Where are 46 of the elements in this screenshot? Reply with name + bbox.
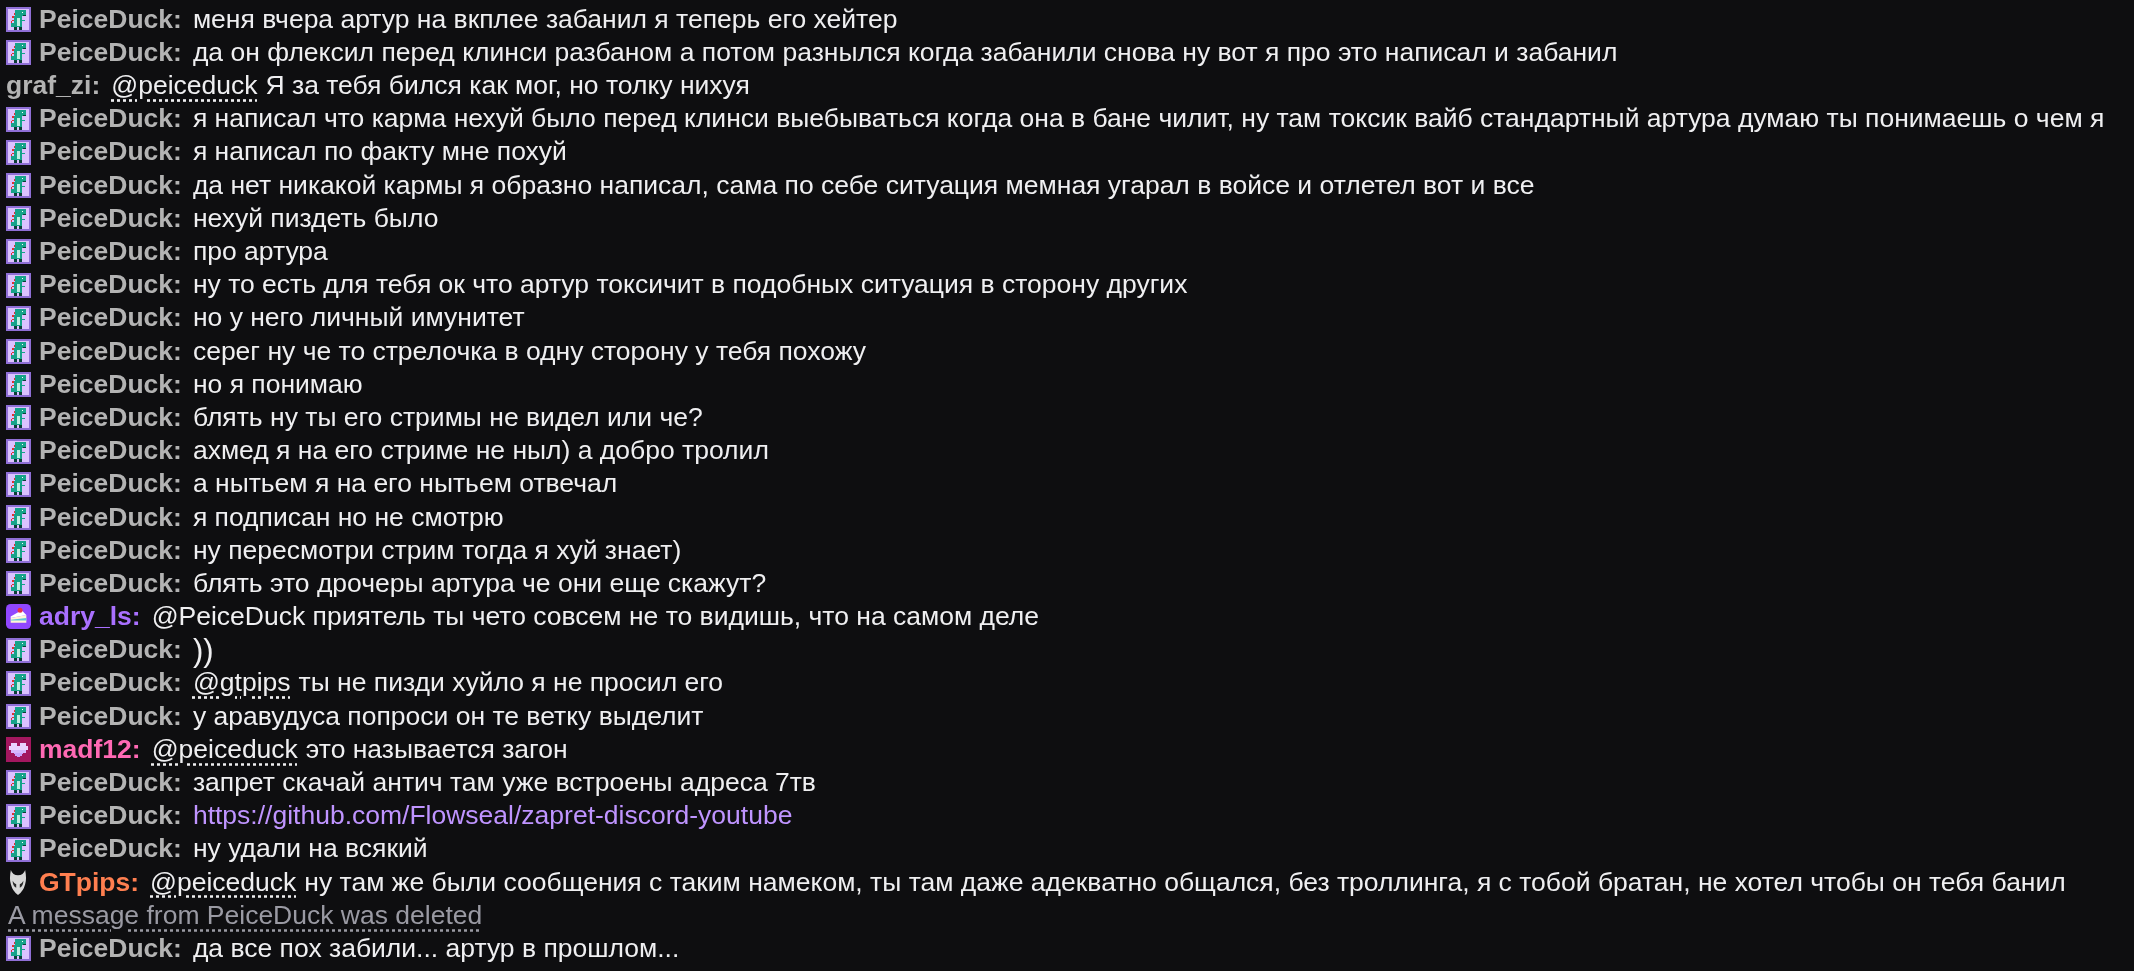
dinosaur-icon xyxy=(6,571,31,597)
dinosaur-icon xyxy=(6,239,31,265)
message-text: ну пересмотри стрим тогда я хуй знает) xyxy=(192,533,682,567)
dinosaur-icon xyxy=(6,40,31,66)
dinosaur-icon xyxy=(6,637,31,663)
dinosaur-icon xyxy=(6,438,31,464)
dinosaur-icon xyxy=(6,803,31,829)
dinosaur-icon xyxy=(6,106,31,132)
dinosaur-icon xyxy=(6,206,31,232)
dinosaur-icon xyxy=(6,471,31,497)
message-text: я написал по факту мне похуй xyxy=(192,135,567,169)
message-text: серег ну че то стрелочка в одну сторону у тебя похожу xyxy=(192,334,866,368)
dinosaur-icon xyxy=(6,770,31,796)
dinosaur-icon xyxy=(6,836,31,862)
message-text: это называется загон xyxy=(305,732,568,766)
message-text: Я за тебя бился как мог, но толку нихуя xyxy=(265,69,750,103)
message-text: но у него личный имунитет xyxy=(192,301,525,335)
dinosaur-icon xyxy=(6,305,31,331)
message-text: блять это дрочеры артура че они еще скажут? xyxy=(192,566,767,600)
dinosaur-icon xyxy=(6,704,31,730)
message-text: ты не пизди хуйло я не просил его xyxy=(298,666,724,700)
dinosaur-icon xyxy=(6,504,31,530)
message-text: )) xyxy=(192,634,214,666)
dinosaur-icon xyxy=(6,7,31,33)
dinosaur-icon xyxy=(6,338,31,364)
message-text: а нытьем я на его нытьем отвечал xyxy=(192,467,618,501)
message-text: да нет никакой кармы я образно написал, сама по себе ситуация мемная угарал в войсе и отлетел вот и все xyxy=(192,168,1535,202)
dinosaur-icon xyxy=(6,405,31,431)
message-text: я подписан но не смотрю xyxy=(192,500,504,534)
dinosaur-icon xyxy=(6,173,31,199)
message-text: блять ну ты его стримы не видел или че? xyxy=(192,400,703,434)
message-text: да он флексил перед клинси разбаном а потом разнылся когда забанили снова ну вот я про это написал и забанил xyxy=(192,35,1618,69)
cake-icon xyxy=(6,604,31,630)
dinosaur-icon xyxy=(6,139,31,165)
mask-icon xyxy=(9,869,27,895)
dinosaur-icon xyxy=(6,538,31,564)
message-text: но я понимаю xyxy=(192,367,363,401)
message-text: ну то есть для тебя ок что артур токсичит в подобных ситуация в сторону других xyxy=(192,268,1188,302)
dinosaur-icon xyxy=(6,272,31,298)
message-text: про артура xyxy=(192,235,328,269)
dinosaur-icon xyxy=(6,936,31,962)
dinosaur-icon xyxy=(6,670,31,696)
message-text: меня вчера артур на вкплее забанил я теперь его хейтер xyxy=(192,2,898,36)
message-text: ахмед я на его стриме не ныл) а добро тролил xyxy=(192,434,769,468)
message-text: нехуй пиздеть было xyxy=(192,201,439,235)
dinosaur-icon xyxy=(6,372,31,398)
